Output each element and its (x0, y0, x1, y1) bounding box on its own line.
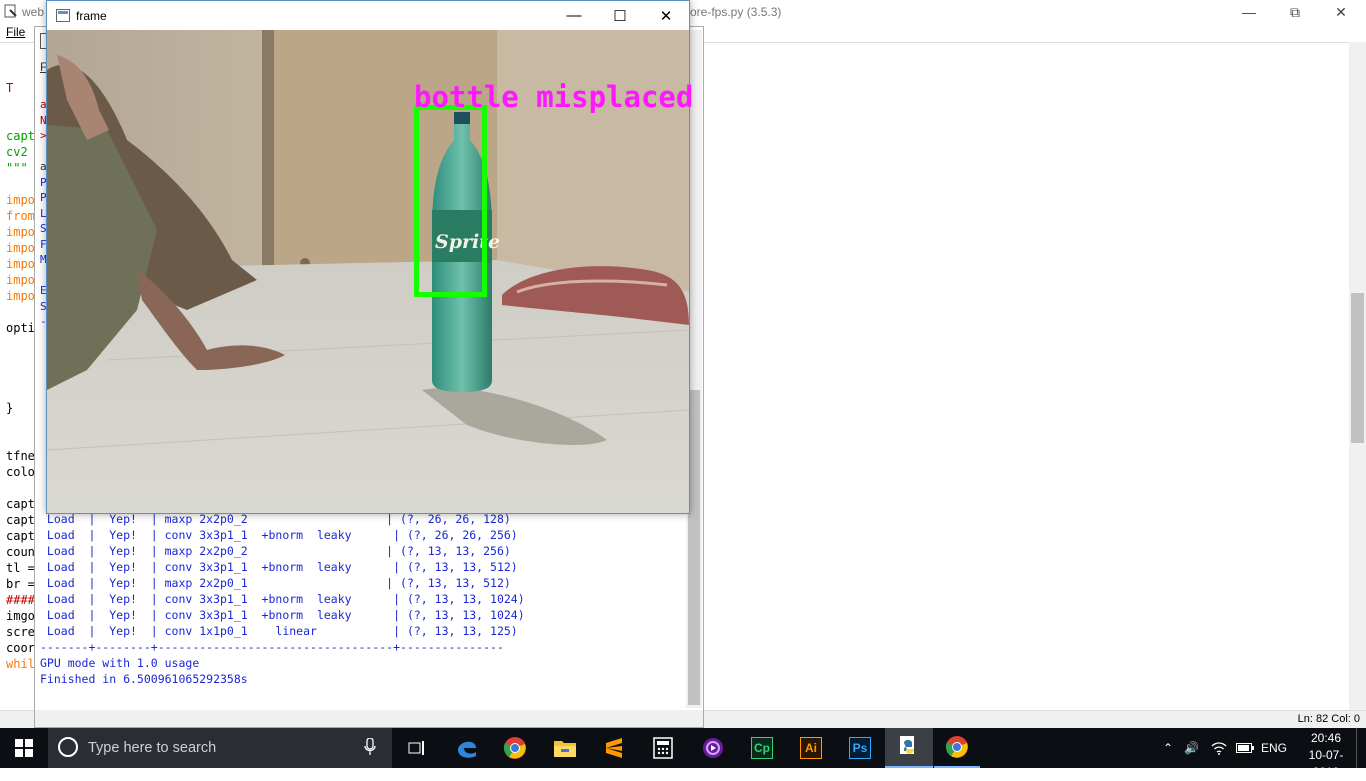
cortana-icon (58, 737, 78, 757)
illustrator-icon[interactable]: Ai (794, 728, 828, 768)
frame-minimize-button[interactable]: — (551, 1, 597, 30)
taskbar-search-box[interactable]: Type here to search (48, 728, 392, 768)
editor-status-text: Ln: 82 Col: 0 (1297, 713, 1360, 725)
calculator-icon[interactable] (646, 728, 680, 768)
code-line: """ (6, 161, 28, 175)
editor-minimize-button[interactable]: — (1226, 0, 1272, 24)
shell-statusbar (35, 710, 703, 727)
start-button[interactable] (0, 728, 48, 768)
code-line: impo (6, 289, 35, 303)
volume-icon[interactable]: 🔊 (1184, 728, 1199, 768)
window-app-icon (56, 9, 70, 22)
editor-title-right: ore-fps.py (3.5.3) (690, 5, 782, 19)
shell-output: Load | Yep! | maxp 2x2p0_2 | (?, 26, 26,… (40, 511, 525, 687)
python-file-icon (4, 4, 17, 18)
editor-restore-button[interactable]: ⧉ (1272, 0, 1318, 24)
frame-title: frame (76, 9, 107, 23)
task-view-icon[interactable] (400, 728, 434, 768)
file-explorer-icon[interactable] (547, 728, 583, 768)
detection-bounding-box (414, 105, 487, 297)
clock-date: 10-07-2019 (1308, 748, 1344, 779)
code-line: #### (6, 593, 35, 607)
taskbar-clock[interactable]: 20:46 10-07-2019 (1300, 730, 1352, 781)
code-line: capt (6, 129, 35, 143)
media-app-icon[interactable] (696, 728, 730, 768)
sublime-text-icon[interactable] (597, 728, 631, 768)
shell-output-line: Load | Yep! | maxp 2x2p0_2 | (?, 13, 13,… (40, 544, 511, 558)
code-line: imgo (6, 609, 35, 623)
shell-output-line: Load | Yep! | conv 3x3p1_1 +bnorm leaky … (40, 608, 525, 622)
photoshop-icon[interactable]: Ps (843, 728, 877, 768)
captivate-label: Cp (751, 737, 773, 759)
shell-output-line: Load | Yep! | conv 1x1p0_1 linear | (?, … (40, 624, 518, 638)
code-line: coor (6, 641, 35, 655)
show-desktop-button[interactable] (1356, 728, 1366, 768)
shell-output-line: Load | Yep! | conv 3x3p1_1 +bnorm leaky … (40, 592, 525, 606)
code-line: capt (6, 513, 35, 527)
shell-output-line: Finished in 6.500961065292358s (40, 672, 248, 686)
photoshop-label: Ps (849, 737, 871, 759)
menu-file[interactable]: File (6, 25, 25, 39)
editor-close-button[interactable]: ✕ (1318, 0, 1364, 24)
tray-chevron-up-icon[interactable]: ⌃ (1163, 728, 1173, 768)
windows-logo-icon (15, 739, 33, 757)
captivate-icon[interactable]: Cp (745, 728, 779, 768)
code-line: whil (6, 657, 35, 671)
code-line: impo (6, 225, 35, 239)
battery-icon[interactable] (1236, 728, 1254, 768)
detection-label: bottle misplaced (414, 80, 694, 114)
code-line: impo (6, 193, 35, 207)
editor-code: Tcapt cv2 """ impo from impo impo impo impo impo o… (6, 80, 35, 672)
code-line: impo (6, 241, 35, 255)
code-line: impo (6, 273, 35, 287)
code-line: tl = (6, 561, 35, 575)
shell-output-line: Load | Yep! | maxp 2x2p0_1 | (?, 13, 13,… (40, 576, 511, 590)
language-indicator[interactable]: ENG (1261, 728, 1287, 768)
code-line: scre (6, 625, 35, 639)
wifi-icon[interactable] (1211, 728, 1227, 768)
code-line: capt (6, 529, 35, 543)
chrome-icon[interactable] (498, 728, 532, 768)
illustrator-label: Ai (800, 737, 822, 759)
microphone-icon[interactable] (364, 738, 376, 756)
code-line: cv2 (6, 145, 28, 159)
search-placeholder: Type here to search (88, 740, 217, 756)
editor-title-left: web (22, 5, 45, 19)
code-line: } (6, 401, 14, 415)
code-line: br = (6, 577, 35, 591)
code-line: capt (6, 497, 35, 511)
code-line: opti (6, 321, 35, 335)
editor-scrollbar-thumb[interactable] (1351, 293, 1364, 443)
python-idle-icon[interactable] (885, 728, 933, 768)
shell-output-line: Load | Yep! | conv 3x3p1_1 +bnorm leaky … (40, 528, 518, 542)
chrome-icon[interactable] (934, 728, 980, 768)
shell-output-line: Load | Yep! | conv 3x3p1_1 +bnorm leaky … (40, 560, 518, 574)
code-line: colo (6, 465, 35, 479)
code-line: tfne (6, 449, 35, 463)
edge-icon[interactable] (450, 728, 484, 768)
frame-close-button[interactable]: ✕ (643, 1, 689, 30)
code-line: T (6, 81, 14, 95)
clock-time: 20:46 (1310, 731, 1342, 745)
code-line: impo (6, 257, 35, 271)
code-line: coun (6, 545, 35, 559)
shell-output-line: -------+--------+-----------------------… (40, 640, 504, 654)
code-line: from (6, 209, 35, 223)
frame-maximize-button[interactable]: ☐ (597, 1, 643, 30)
shell-output-line: GPU mode with 1.0 usage (40, 656, 200, 670)
